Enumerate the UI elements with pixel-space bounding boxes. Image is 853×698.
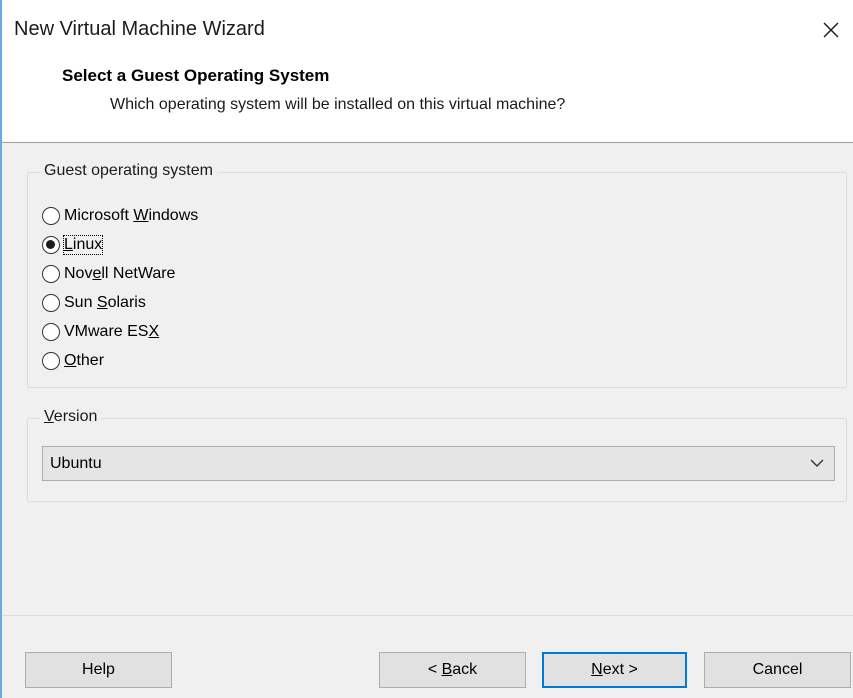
version-selected-value: Ubuntu (50, 455, 102, 472)
radio-label: Novell NetWare (64, 264, 176, 282)
chevron-down-icon (810, 459, 824, 467)
radio-button[interactable] (42, 293, 60, 312)
window-title: New Virtual Machine Wizard (14, 18, 265, 40)
radio-label: Microsoft Windows (64, 206, 199, 224)
version-dropdown[interactable]: Ubuntu (42, 446, 835, 481)
radio-sun-solaris[interactable]: Sun Solaris (42, 288, 198, 317)
radio-button[interactable] (42, 351, 60, 370)
version-group-label: Version (40, 408, 102, 426)
radio-label: Sun Solaris (64, 293, 146, 311)
page-subtitle: Which operating system will be installed… (110, 96, 566, 113)
radio-novell-netware[interactable]: Novell NetWare (42, 259, 198, 288)
guest-os-group-label: Guest operating system (40, 162, 217, 180)
radio-label: Other (64, 351, 105, 369)
radio-linux[interactable]: Linux (42, 230, 198, 259)
radio-button[interactable] (42, 206, 60, 225)
close-icon (823, 22, 839, 38)
title-bar: New Virtual Machine Wizard (2, 0, 853, 58)
radio-button[interactable] (42, 264, 60, 283)
cancel-button[interactable]: Cancel (704, 652, 851, 688)
radio-label: VMware ESX (64, 322, 160, 340)
wizard-window: New Virtual Machine Wizard Select a Gues… (0, 0, 853, 698)
guest-os-group: Guest operating system Microsoft Windows… (27, 162, 847, 388)
wizard-header: Select a Guest Operating System Which op… (2, 58, 853, 143)
version-group: Version Ubuntu (27, 408, 847, 502)
back-button[interactable]: < Back (379, 652, 526, 688)
radio-other[interactable]: Other (42, 346, 198, 375)
footer-divider (2, 615, 853, 616)
radio-microsoft-windows[interactable]: Microsoft Windows (42, 201, 198, 230)
page-title: Select a Guest Operating System (62, 66, 330, 85)
help-button[interactable]: Help (25, 652, 172, 688)
close-button[interactable] (809, 10, 853, 50)
radio-vmware-esx[interactable]: VMware ESX (42, 317, 198, 346)
radio-label: Linux (62, 234, 104, 255)
next-button[interactable]: Next > (542, 652, 687, 688)
radio-button-selected[interactable] (42, 235, 60, 254)
guest-os-radio-list: Microsoft Windows Linux Novell NetWare S… (42, 201, 198, 375)
radio-button[interactable] (42, 322, 60, 341)
